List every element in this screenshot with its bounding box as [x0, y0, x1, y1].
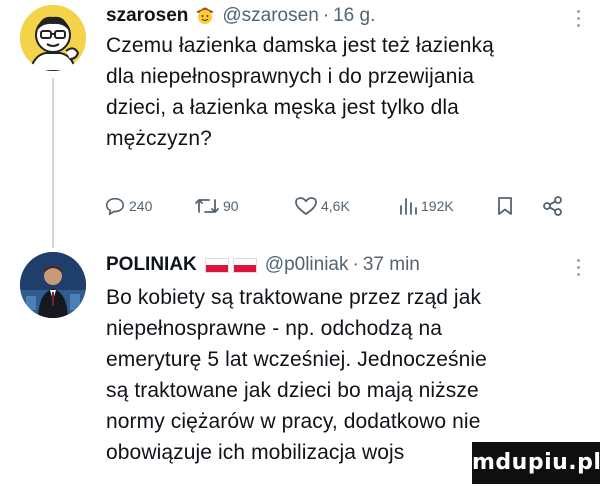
tweet-text-line: emeryturę 5 lat wcześniej. Jednocześnie [106, 348, 487, 371]
reply-button[interactable]: 240 [104, 192, 152, 220]
retweet-button[interactable]: 90 [194, 192, 239, 220]
retweet-icon [195, 199, 219, 213]
timestamp[interactable]: 37 min [363, 254, 420, 276]
author-handle[interactable]: @szarosen [222, 5, 318, 27]
tweet-text-line: normy ciężarów w pracy, dodatkowo nie [106, 410, 481, 433]
tweet-text-line: Czemu łazienka damska jest też łazienką [106, 34, 494, 57]
action-bar: 240 90 4,6K 192K [104, 192, 576, 220]
views-button[interactable]: 192K [398, 192, 454, 220]
view-count: 192K [421, 198, 454, 214]
tweet-text: Bo kobiety są traktowane przez rząd jak … [106, 282, 586, 468]
bookmark-icon [498, 197, 512, 215]
more-options-icon[interactable] [576, 10, 582, 31]
tweet-header: POLINIAK @p0liniak · 37 min [106, 250, 420, 280]
tweet-text-line: mężczyzn? [106, 127, 212, 150]
tweet-header: szarosen @szarosen · 16 g. [106, 1, 375, 31]
separator-dot: · [352, 254, 359, 275]
tweet-text-line: niepełnosprawne - np. odchodzą na [106, 317, 443, 340]
tweet-original[interactable]: szarosen @szarosen · 16 g. Czemu łazienk… [0, 0, 600, 248]
cowboy-face-emoji-icon [194, 3, 216, 30]
avatar[interactable] [20, 252, 86, 318]
tweet-text-line: dzieci, a łazienka męska jest tylko dla [106, 96, 459, 119]
tweet-text: Czemu łazienka damska jest też łazienką … [106, 30, 586, 154]
share-button[interactable] [542, 192, 564, 220]
reply-icon [105, 197, 125, 216]
tweet-text-line: Bo kobiety są traktowane przez rząd jak [106, 286, 482, 309]
separator-dot: · [322, 5, 330, 26]
like-button[interactable]: 4,6K [294, 192, 350, 220]
author-name[interactable]: POLINIAK [106, 254, 197, 276]
poland-flag-icon [204, 257, 229, 273]
photo-avatar-icon [20, 252, 86, 318]
poland-flag-icon [232, 257, 257, 273]
bookmark-button[interactable] [496, 192, 514, 220]
thread-connector-line [52, 78, 54, 248]
author-handle[interactable]: @p0liniak [265, 254, 349, 276]
share-nodes-icon [543, 196, 562, 216]
heart-icon [295, 197, 317, 215]
views-bar-chart-icon [400, 198, 417, 215]
retweet-count: 90 [223, 198, 239, 214]
more-options-icon[interactable] [576, 259, 582, 280]
cartoon-avatar-icon [20, 5, 86, 71]
watermark-logo: mdupiu.pl [472, 442, 600, 484]
reply-count: 240 [129, 198, 153, 214]
author-name[interactable]: szarosen [106, 5, 188, 27]
avatar[interactable] [20, 5, 86, 71]
like-count: 4,6K [321, 198, 350, 214]
tweet-text-line: dla niepełnosprawnych i do przewijania [106, 65, 475, 88]
tweet-text-line: są traktowane jak dzieci bo mają niższe [106, 379, 479, 402]
timestamp[interactable]: 16 g. [333, 5, 375, 27]
